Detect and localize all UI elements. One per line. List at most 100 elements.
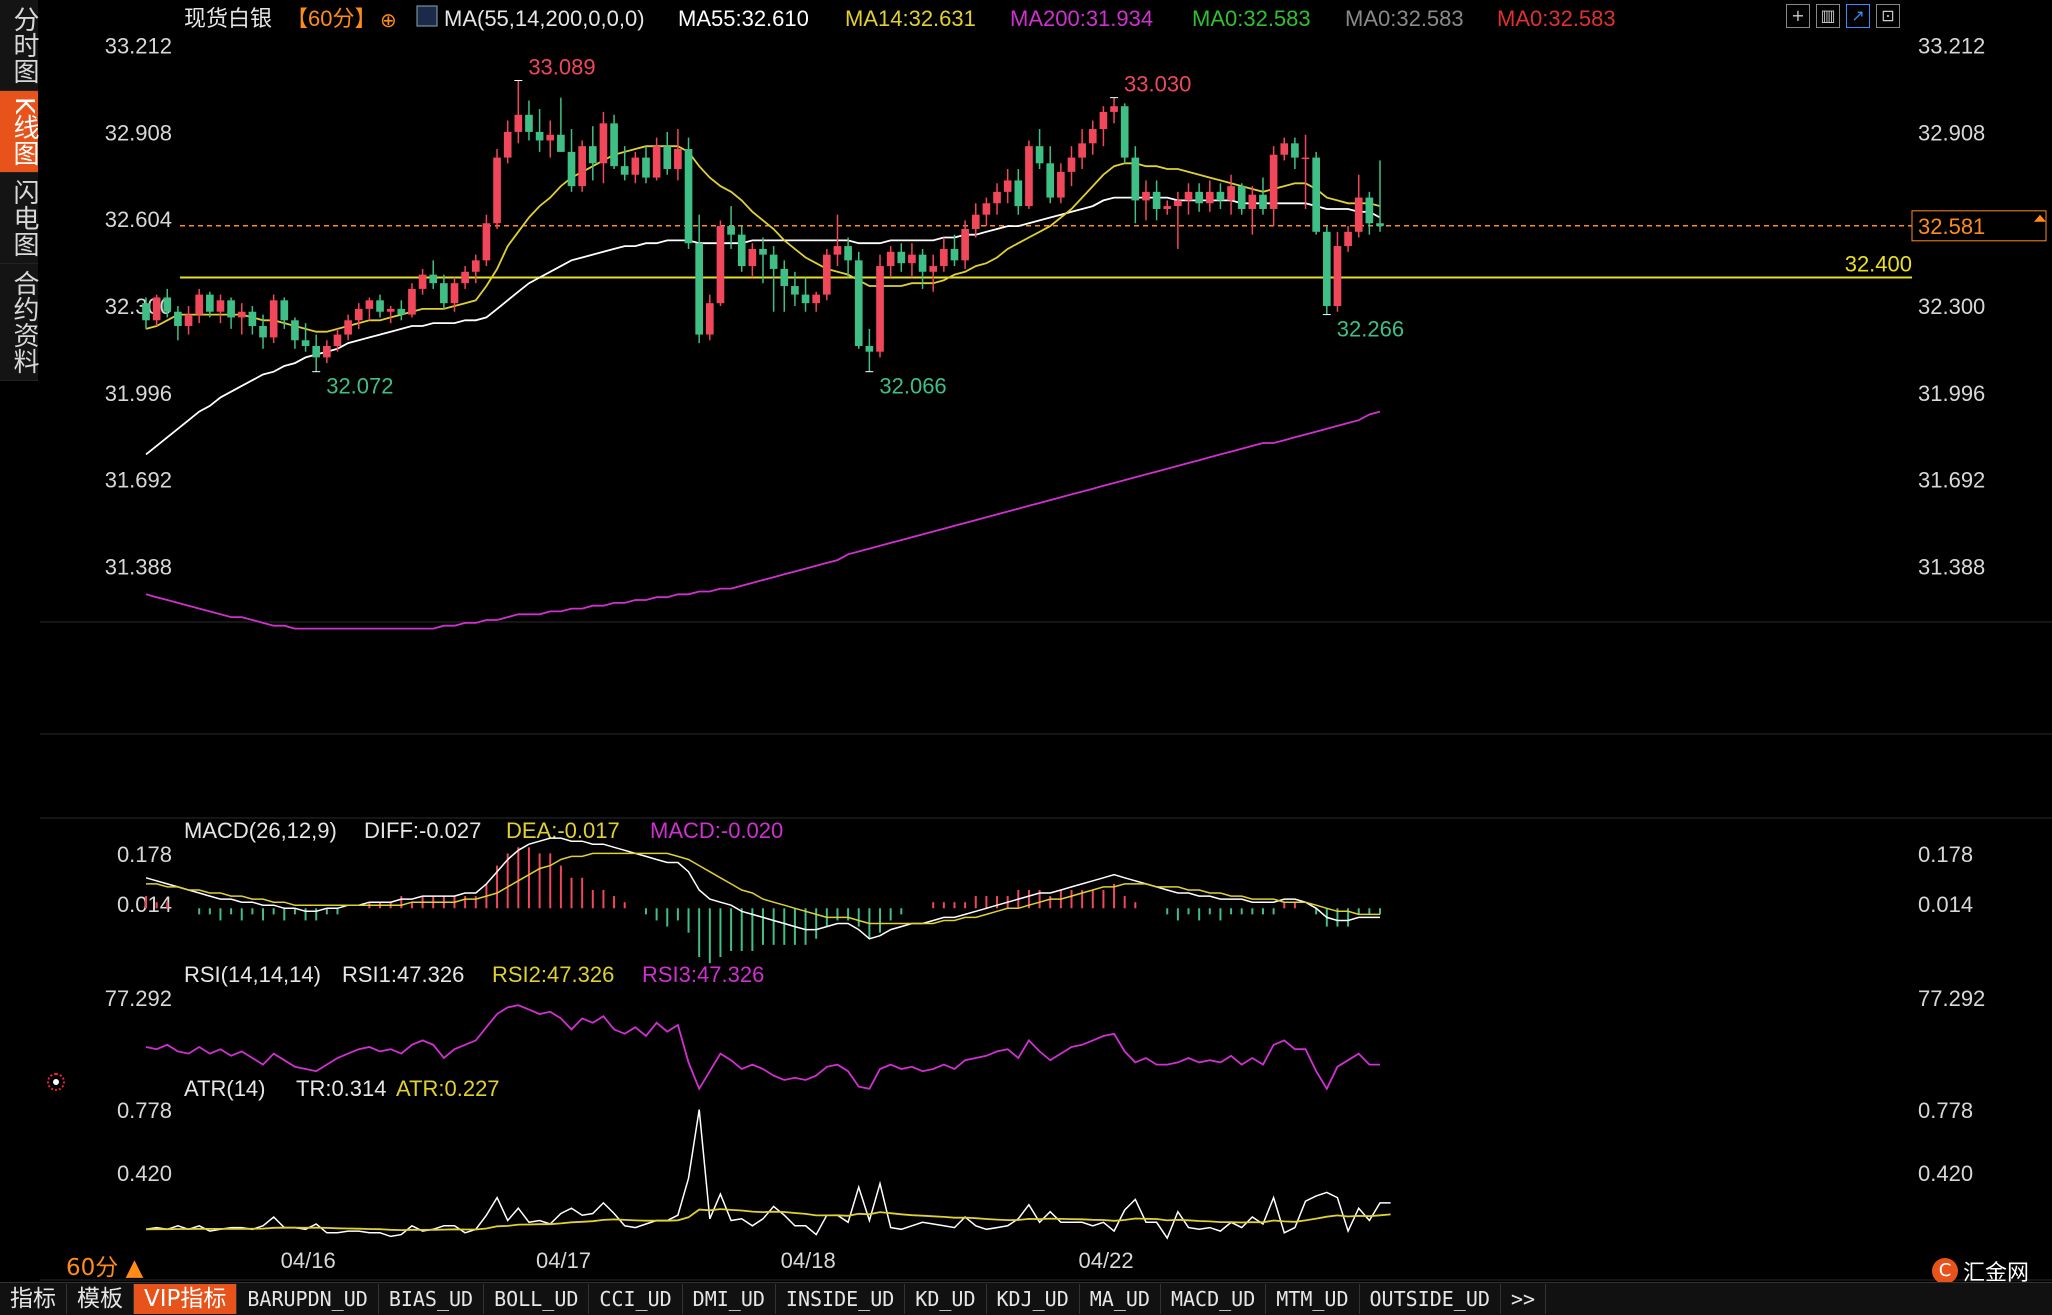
tab-templates[interactable]: 模板 <box>67 1284 134 1314</box>
candle-body <box>1025 146 1033 207</box>
candle-body <box>801 294 810 304</box>
atr-tick-left: 0.420 <box>117 1161 172 1186</box>
tab-contract-info[interactable]: 合约资料 <box>0 264 39 382</box>
atr-tick-right: 0.420 <box>1918 1161 1973 1186</box>
candle-body <box>865 345 874 352</box>
rsi-name: RSI(14,14,14) <box>184 962 321 987</box>
candle-body <box>269 300 278 338</box>
candle-body <box>1067 157 1076 172</box>
candle-body <box>1376 223 1384 227</box>
candle-body <box>578 146 586 187</box>
tab-mtm[interactable]: MTM_UD <box>1266 1284 1360 1314</box>
tab-flash[interactable]: 闪电图 <box>0 173 39 265</box>
tab-kd[interactable]: KD_UD <box>905 1284 987 1314</box>
tab-kdj[interactable]: KDJ_UD <box>987 1284 1080 1314</box>
rsi-tick-left: 77.292 <box>105 986 172 1011</box>
period-tag: 【60分】 <box>286 6 376 31</box>
tab-boll[interactable]: BOLL_UD <box>484 1284 590 1314</box>
candle-body <box>1088 129 1097 144</box>
candle-body <box>429 274 438 284</box>
candle-body <box>461 271 469 284</box>
candle-body <box>535 131 544 141</box>
period-selector[interactable]: 60分 ▲ <box>66 1248 143 1282</box>
tab-indicators[interactable]: 指标 <box>0 1284 67 1314</box>
candle-body <box>844 246 852 261</box>
candle-body <box>993 191 1001 204</box>
alert-radar-icon[interactable] <box>47 1073 65 1091</box>
candle-body <box>918 254 927 272</box>
tab-kline[interactable]: K线图 <box>0 91 39 174</box>
candle-body <box>1046 163 1055 198</box>
candle-body <box>354 308 363 321</box>
view-toolbar: + ▥ ↗ ⊡ <box>1786 4 1900 28</box>
ma200-value: MA200:31.934 <box>1010 6 1153 31</box>
candle-body <box>195 294 204 315</box>
tab-dmi[interactable]: DMI_UD <box>683 1284 776 1314</box>
chart-canvas[interactable]: 33.21233.21232.90832.90832.60432.60432.3… <box>0 0 2052 1314</box>
candle-body <box>397 308 406 315</box>
tab-bias[interactable]: BIAS_UD <box>379 1284 485 1314</box>
candle-body <box>1259 194 1267 209</box>
settings-view-icon[interactable]: ⊡ <box>1876 4 1900 28</box>
candle-body <box>152 297 161 321</box>
candle-body <box>503 131 512 158</box>
candle-body <box>237 311 246 318</box>
last-price-label: 32.581 <box>1918 214 1985 239</box>
tab-outside[interactable]: OUTSIDE_UD <box>1360 1284 1501 1314</box>
candle-view-icon[interactable]: ▥ <box>1816 4 1840 28</box>
crosshair-icon[interactable]: + <box>1786 4 1810 28</box>
ma0-value-c: MA0:32.583 <box>1497 6 1616 31</box>
atr-tr-line <box>145 1109 1391 1240</box>
atr-tick-left: 0.778 <box>117 1098 172 1123</box>
logo-icon: C <box>1932 1258 1958 1284</box>
candle-body <box>557 134 565 152</box>
candle-body <box>1365 197 1374 224</box>
candle-body <box>620 166 629 175</box>
candle-body <box>1142 191 1150 201</box>
candle-body <box>1333 246 1342 307</box>
date-tick: 04/18 <box>781 1248 836 1273</box>
candle-body <box>1301 157 1310 160</box>
candle-body <box>599 123 608 164</box>
candle-body <box>344 320 352 335</box>
candle-body <box>876 266 884 352</box>
rsi2-value: RSI2:47.326 <box>492 962 614 987</box>
price-tick-right: 31.692 <box>1918 468 1985 493</box>
macd-value: MACD:-0.020 <box>650 818 783 843</box>
candle-body <box>493 157 501 224</box>
support-label: 32.400 <box>1845 251 1912 276</box>
candle-body <box>1035 146 1044 164</box>
tab-macd[interactable]: MACD_UD <box>1161 1284 1267 1314</box>
high-label: 33.030 <box>1124 72 1191 97</box>
candle-body <box>142 303 150 321</box>
ma-params: MA(55,14,200,0,0,0) <box>444 6 645 31</box>
tab-inside[interactable]: INSIDE_UD <box>776 1284 906 1314</box>
more-tabs-button[interactable]: >> <box>1501 1284 1547 1314</box>
tab-ma[interactable]: MA_UD <box>1080 1284 1161 1314</box>
candle-body <box>588 146 597 164</box>
tab-cci[interactable]: CCI_UD <box>589 1284 683 1314</box>
candle-body <box>546 134 555 141</box>
price-tick-right: 31.996 <box>1918 381 1985 406</box>
tab-timeshare[interactable]: 分时图 <box>0 0 39 91</box>
candle-body <box>525 114 533 132</box>
candle-body <box>1344 231 1352 247</box>
macd-tick-right: 0.014 <box>1918 892 1973 917</box>
candle-body <box>1078 143 1086 158</box>
atr-line <box>145 1208 1391 1232</box>
candle-body <box>450 283 459 304</box>
candle-body <box>333 334 342 346</box>
price-tick-left: 32.604 <box>105 207 172 232</box>
ma-chart-icon <box>416 5 438 27</box>
candle-body <box>1120 106 1129 158</box>
tab-vip-indicators[interactable]: VIP指标 <box>134 1284 238 1314</box>
atr-tr: TR:0.314 <box>296 1076 387 1101</box>
candle-body <box>1184 191 1193 201</box>
candle-body <box>631 157 640 175</box>
price-tick-left: 31.388 <box>105 554 172 579</box>
atr-tick-right: 0.778 <box>1918 1098 1973 1123</box>
candle-body <box>248 311 257 326</box>
tab-barupdn[interactable]: BARUPDN_UD <box>237 1284 379 1314</box>
macd-tick-left: 0.014 <box>117 892 172 917</box>
line-view-icon[interactable]: ↗ <box>1846 4 1870 28</box>
